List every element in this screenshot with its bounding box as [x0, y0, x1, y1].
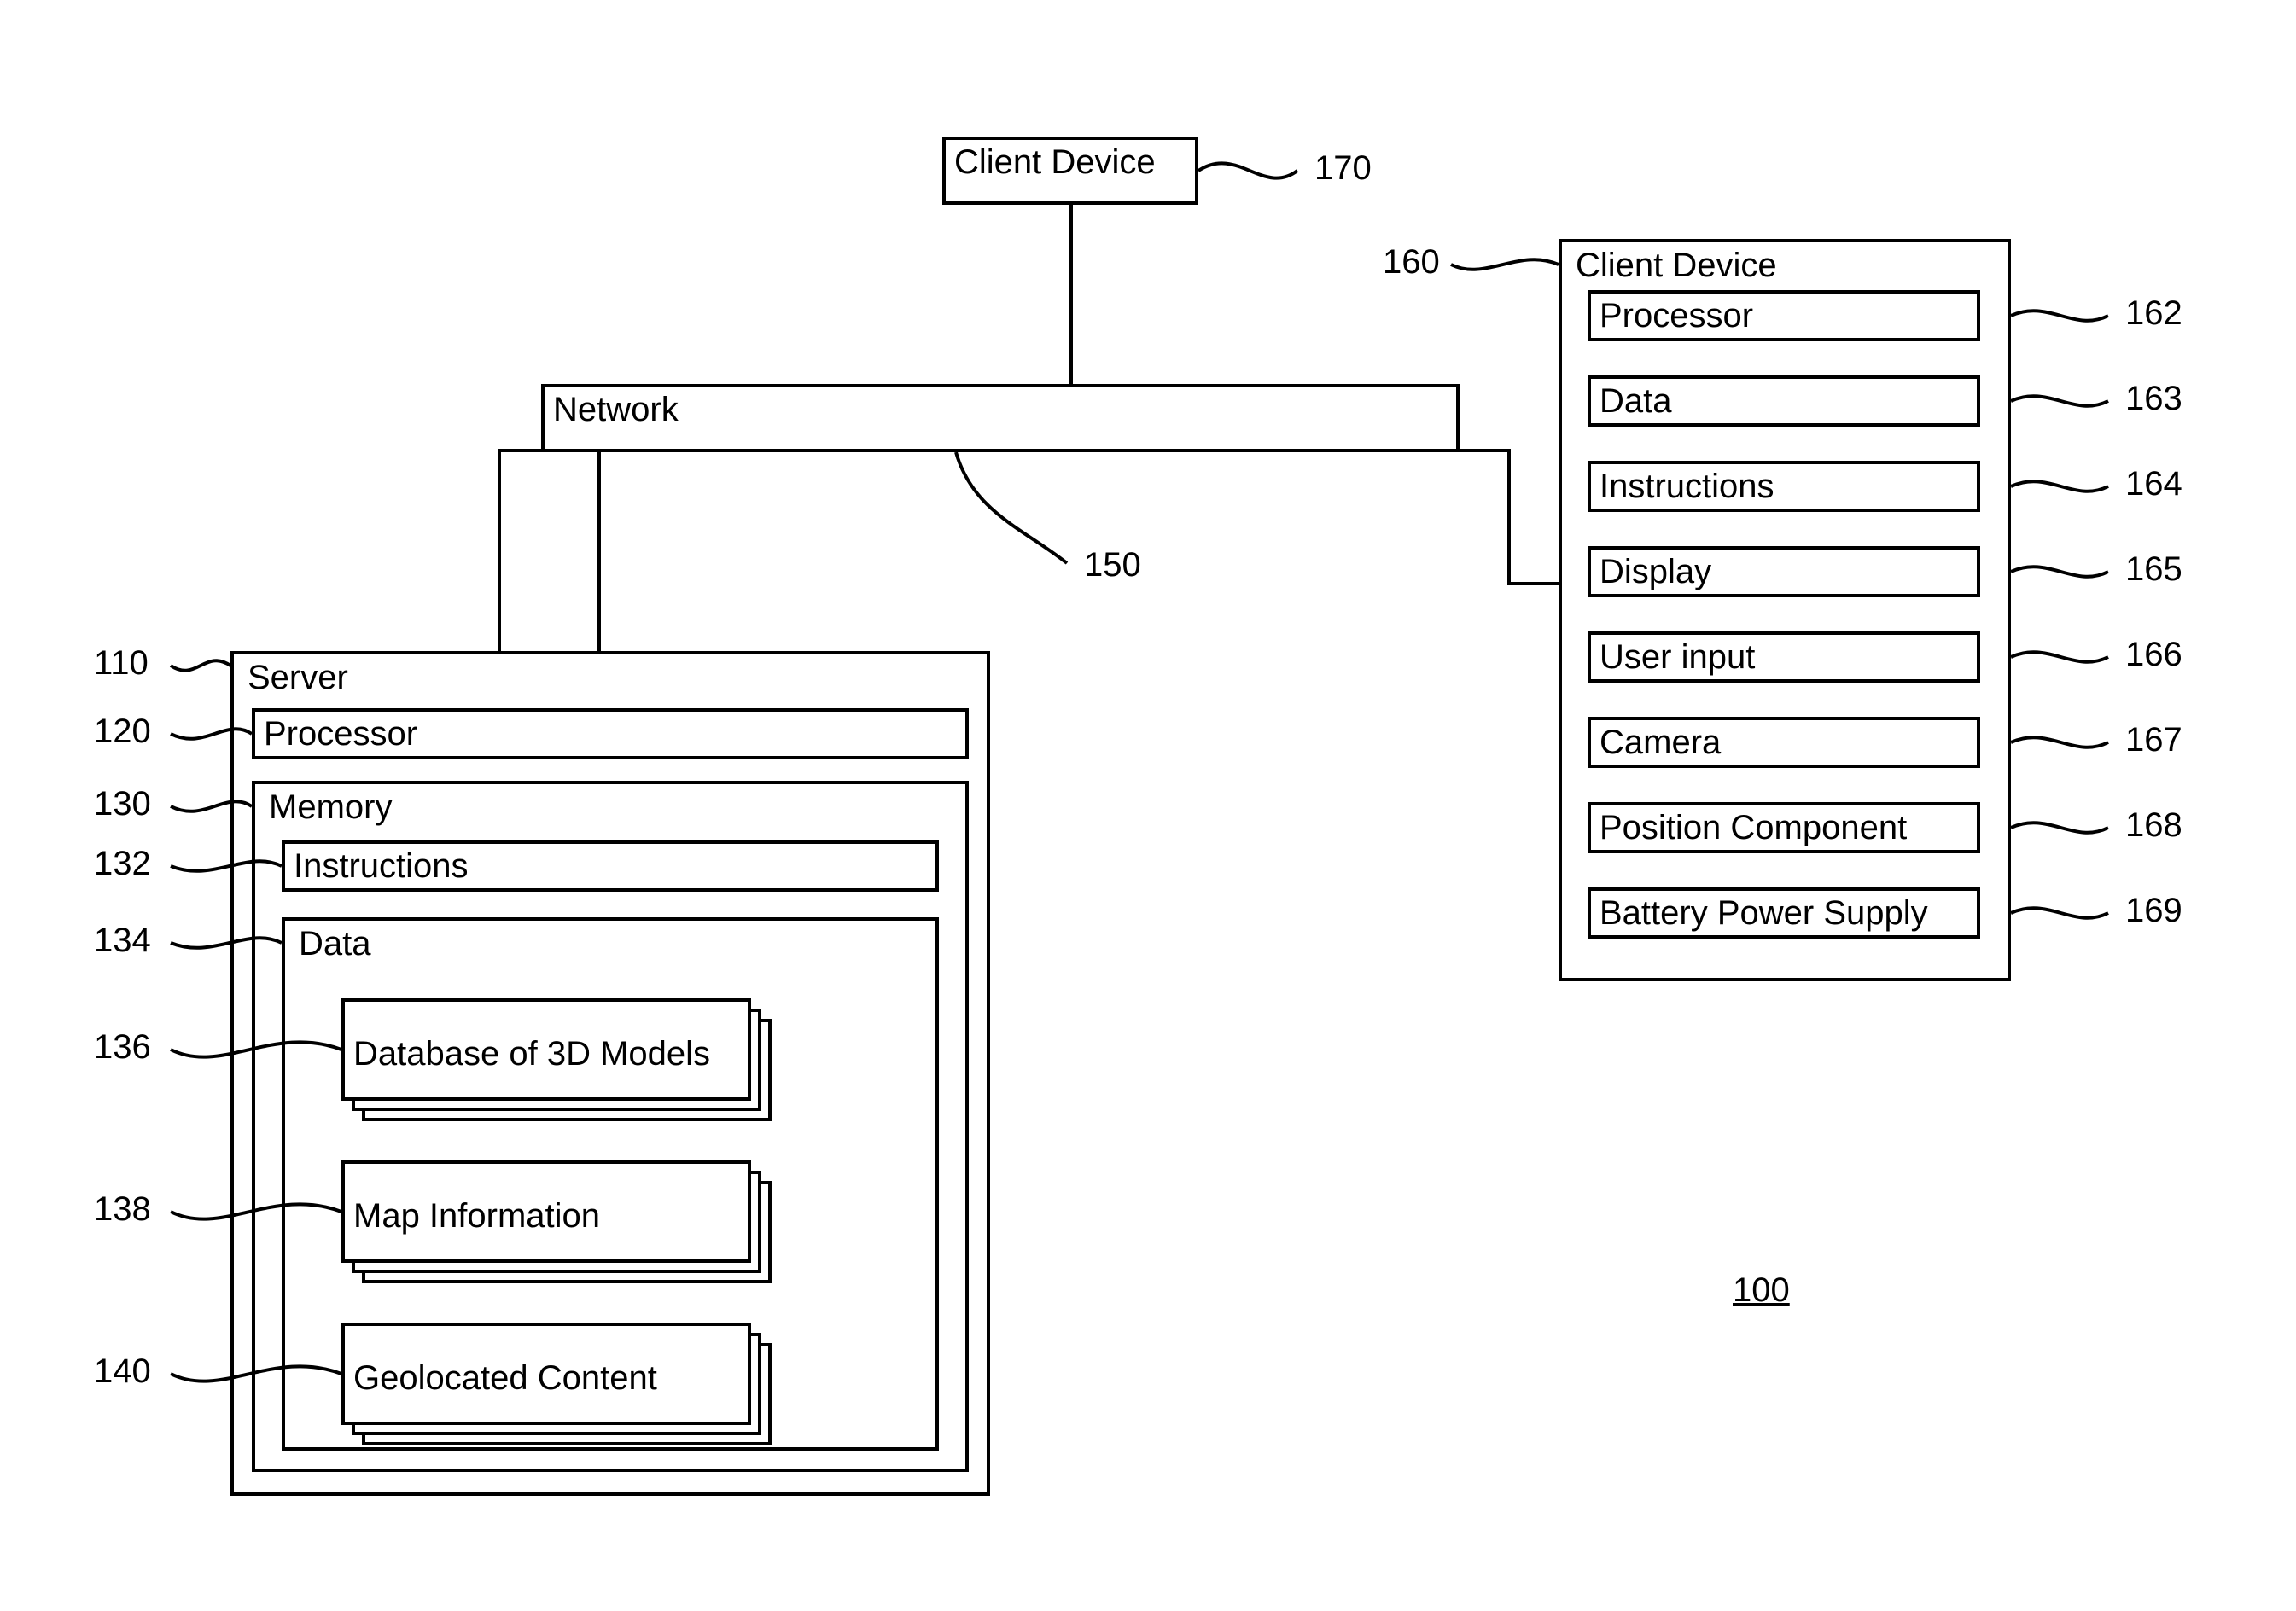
diagram-canvas: Client Device 170 Network 150 Server 110…	[0, 0, 2296, 1611]
client-item-7-leader	[0, 0, 2296, 1611]
figure-ref: 100	[1733, 1271, 1790, 1310]
client-item-7-ref: 169	[2125, 892, 2182, 930]
